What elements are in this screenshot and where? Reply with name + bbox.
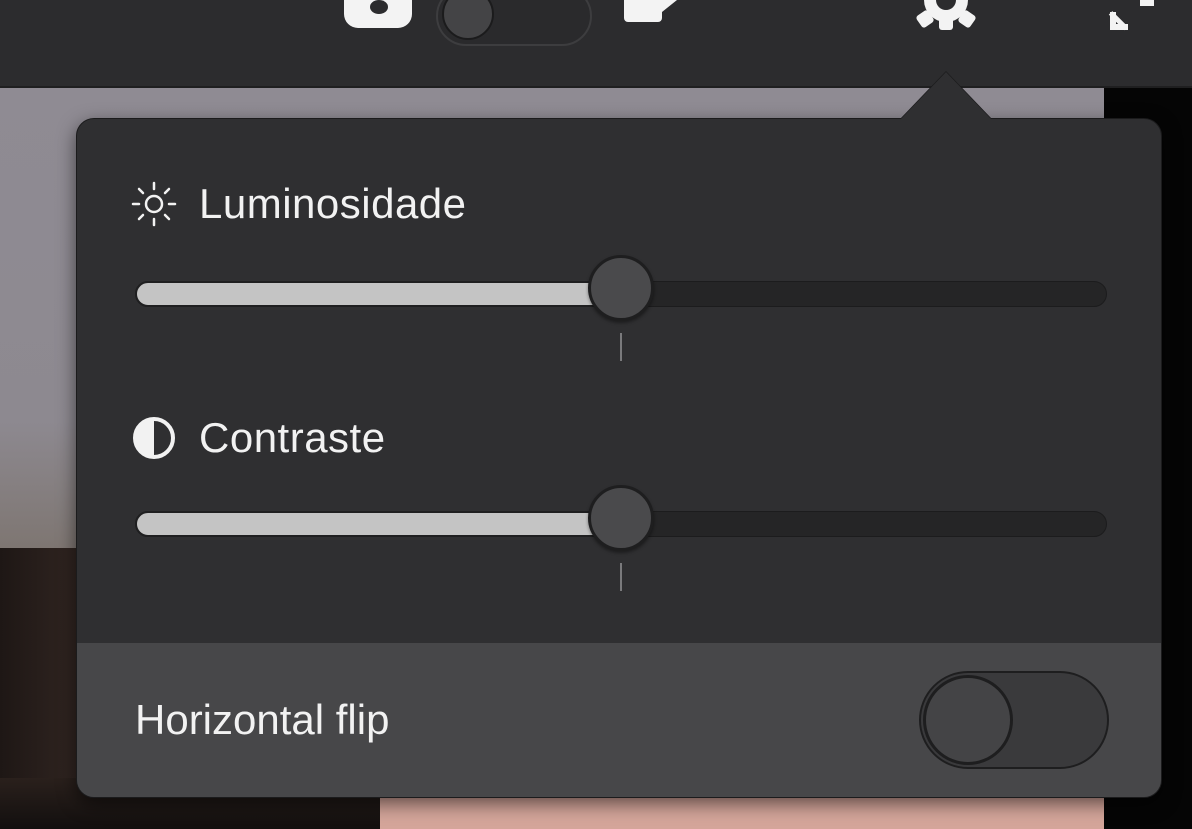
contrast-slider-thumb[interactable] [588,485,654,551]
contrast-slider[interactable] [135,485,1107,591]
gear-icon[interactable] [910,0,982,42]
brightness-default-tick [620,333,622,361]
horizontal-flip-toggle[interactable] [919,671,1109,769]
brightness-slider-fill [135,281,621,307]
brightness-slider-thumb[interactable] [588,255,654,321]
contrast-icon [131,415,177,461]
toolbar-toggle[interactable] [436,0,592,46]
brightness-label: Luminosidade [199,180,467,227]
video-icon[interactable] [624,0,684,22]
contrast-default-tick [620,563,622,591]
settings-popover: Luminosidade Contraste Horizontal flip [76,118,1162,798]
brightness-label-row: Luminosidade [131,181,467,227]
toolbar-toggle-knob [442,0,494,40]
horizontal-flip-label: Horizontal flip [135,696,390,743]
horizontal-flip-row: Horizontal flip [77,643,1161,797]
contrast-slider-fill [135,511,621,537]
camera-icon[interactable] [344,0,412,28]
contrast-label-row: Contraste [131,415,386,461]
popover-arrow [900,72,992,120]
top-toolbar [0,0,1192,88]
expand-icon[interactable] [1106,0,1158,36]
horizontal-flip-knob [923,675,1013,765]
app-window: Luminosidade Contraste Horizontal flip [0,0,1192,829]
sun-icon [131,181,177,227]
contrast-label: Contraste [199,414,386,461]
brightness-slider[interactable] [135,255,1107,361]
